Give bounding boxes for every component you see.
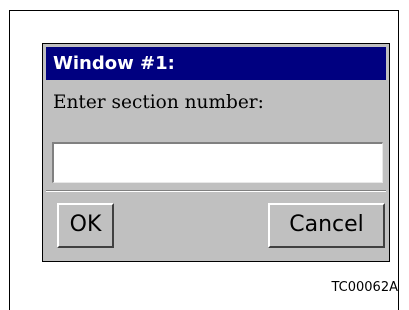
dialog-title: Window #1: — [46, 47, 386, 80]
button-separator-highlight — [46, 191, 386, 192]
figure-caption: TC00062A — [331, 280, 398, 295]
section-number-dialog: Window #1: Enter section number: OK Canc… — [42, 43, 390, 262]
cancel-button[interactable]: Cancel — [268, 203, 385, 248]
prompt-label: Enter section number: — [53, 92, 264, 113]
section-number-input[interactable] — [52, 142, 383, 183]
ok-button[interactable]: OK — [57, 203, 114, 248]
